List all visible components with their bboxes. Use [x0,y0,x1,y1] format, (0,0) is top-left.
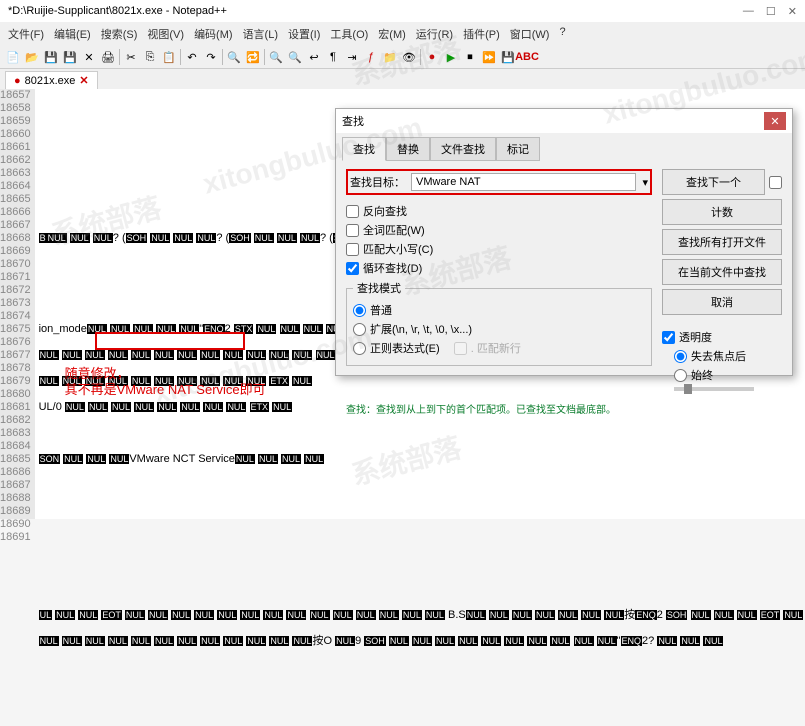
record-icon[interactable]: ● [424,49,440,65]
print-icon[interactable]: 🖨 [100,49,116,65]
find-status: 查找：查找到从上到下的首个匹配项。已查找至文档最底部。 [336,399,792,418]
menu-run[interactable]: 运行(R) [412,24,457,44]
find-icon[interactable]: 🔍 [226,49,242,65]
code-line: UL NUL NUL EOT NUL NUL NUL NUL NUL NUL N… [39,609,805,622]
code-line: SON NUL NUL NULVMware NCT ServiceNUL NUL… [39,453,805,466]
annotation-text: 随意修改， [65,367,130,380]
save-icon[interactable]: 💾 [43,49,59,65]
chk-find-next-extra[interactable] [769,176,782,189]
close-file-icon[interactable]: ✕ [81,49,97,65]
line-gutter: 1865718658186591866018661186621866318664… [0,89,35,519]
code-line: NUL NUL NUL NUL NUL NUL NUL NUL NUL NUL … [39,635,805,648]
maximize-icon[interactable]: ☐ [766,5,776,18]
radio-lose-focus[interactable] [674,350,687,363]
monitor-icon[interactable]: 👁 [401,49,417,65]
menu-window[interactable]: 窗口(W) [506,24,554,44]
chk-whole-word[interactable] [346,224,359,237]
tabbar: ● 8021x.exe ✕ [0,69,805,89]
replace-icon[interactable]: 🔁 [245,49,261,65]
radio-always[interactable] [674,369,687,382]
redo-icon[interactable]: ↷ [203,49,219,65]
dialog-close-icon[interactable]: ✕ [764,112,786,130]
indent-icon[interactable]: ⇥ [344,49,360,65]
radio-normal[interactable] [353,304,366,317]
chk-match-newline [454,342,467,355]
func-icon[interactable]: ƒ [363,49,379,65]
menu-language[interactable]: 语言(L) [239,24,282,44]
zoom-in-icon[interactable]: 🔍 [268,49,284,65]
find-target-input[interactable] [411,173,636,191]
dropdown-icon[interactable]: ▾ [642,176,648,189]
menu-macro[interactable]: 宏(M) [374,24,410,44]
btn-find-in-current[interactable]: 在当前文件中查找 [662,259,782,285]
cut-icon[interactable]: ✂ [123,49,139,65]
open-icon[interactable]: 📂 [24,49,40,65]
undo-icon[interactable]: ↶ [184,49,200,65]
paste-icon[interactable]: 📋 [161,49,177,65]
tab-replace[interactable]: 替换 [386,137,430,161]
btn-cancel[interactable]: 取消 [662,289,782,315]
mode-legend: 查找模式 [353,280,405,296]
chars-icon[interactable]: ¶ [325,49,341,65]
tab-findinfiles[interactable]: 文件查找 [430,137,496,161]
menu-help[interactable]: ? [555,24,569,44]
btn-find-all-open[interactable]: 查找所有打开文件 [662,229,782,255]
zoom-out-icon[interactable]: 🔍 [287,49,303,65]
toolbar: 📄 📂 💾 💾 ✕ 🖨 ✂ ⎘ 📋 ↶ ↷ 🔍 🔁 🔍 🔍 ↩ ¶ ⇥ ƒ 📁 … [0,46,805,69]
chk-backward[interactable] [346,205,359,218]
menu-view[interactable]: 视图(V) [143,24,188,44]
find-target-label: 查找目标： [350,174,405,190]
dialog-tabs: 查找 替换 文件查找 标记 [336,133,792,161]
find-dialog: 查找 ✕ 查找 替换 文件查找 标记 查找目标： ▾ 反向查找 全词匹配(W) … [335,108,793,376]
dialog-title: 查找 [342,113,364,129]
annotation-text: 其不再是VMware NAT Service即可 [65,383,266,396]
menubar: 文件(F) 编辑(E) 搜索(S) 视图(V) 编码(M) 语言(L) 设置(I… [0,22,805,46]
menu-tools[interactable]: 工具(O) [326,24,372,44]
menu-plugins[interactable]: 插件(P) [459,24,504,44]
file-tab[interactable]: ● 8021x.exe ✕ [5,71,98,89]
chk-match-case[interactable] [346,243,359,256]
window-title: *D:\Ruijie-Supplicant\8021x.exe - Notepa… [8,5,227,17]
chk-transparency[interactable] [662,331,675,344]
wrap-icon[interactable]: ↩ [306,49,322,65]
minimize-icon[interactable]: — [743,5,754,18]
close-icon[interactable]: ✕ [788,5,797,18]
menu-settings[interactable]: 设置(I) [284,24,324,44]
titlebar: *D:\Ruijie-Supplicant\8021x.exe - Notepa… [0,0,805,22]
menu-encoding[interactable]: 编码(M) [190,24,237,44]
saveall-icon[interactable]: 💾 [62,49,78,65]
btn-find-next[interactable]: 查找下一个 [662,169,765,195]
btn-count[interactable]: 计数 [662,199,782,225]
menu-search[interactable]: 搜索(S) [97,24,142,44]
chk-wrap[interactable] [346,262,359,275]
tab-find[interactable]: 查找 [342,137,386,161]
transparency-slider[interactable] [674,387,754,391]
radio-extended[interactable] [353,323,366,336]
radio-regex[interactable] [353,342,366,355]
copy-icon[interactable]: ⎘ [142,49,158,65]
fast-icon[interactable]: ⏩ [481,49,497,65]
tab-icon: ● [14,75,21,87]
highlight-box [95,332,245,350]
folder-icon[interactable]: 📁 [382,49,398,65]
save-macro-icon[interactable]: 💾 [500,49,516,65]
tab-close-icon[interactable]: ✕ [79,74,88,87]
play-icon[interactable]: ▶ [443,49,459,65]
spellcheck-icon[interactable]: ABC [519,49,535,65]
new-icon[interactable]: 📄 [5,49,21,65]
menu-file[interactable]: 文件(F) [4,24,48,44]
tab-mark[interactable]: 标记 [496,137,540,161]
menu-edit[interactable]: 编辑(E) [50,24,95,44]
stop-icon[interactable]: ⏹ [462,49,478,65]
tab-label: 8021x.exe [25,75,76,87]
